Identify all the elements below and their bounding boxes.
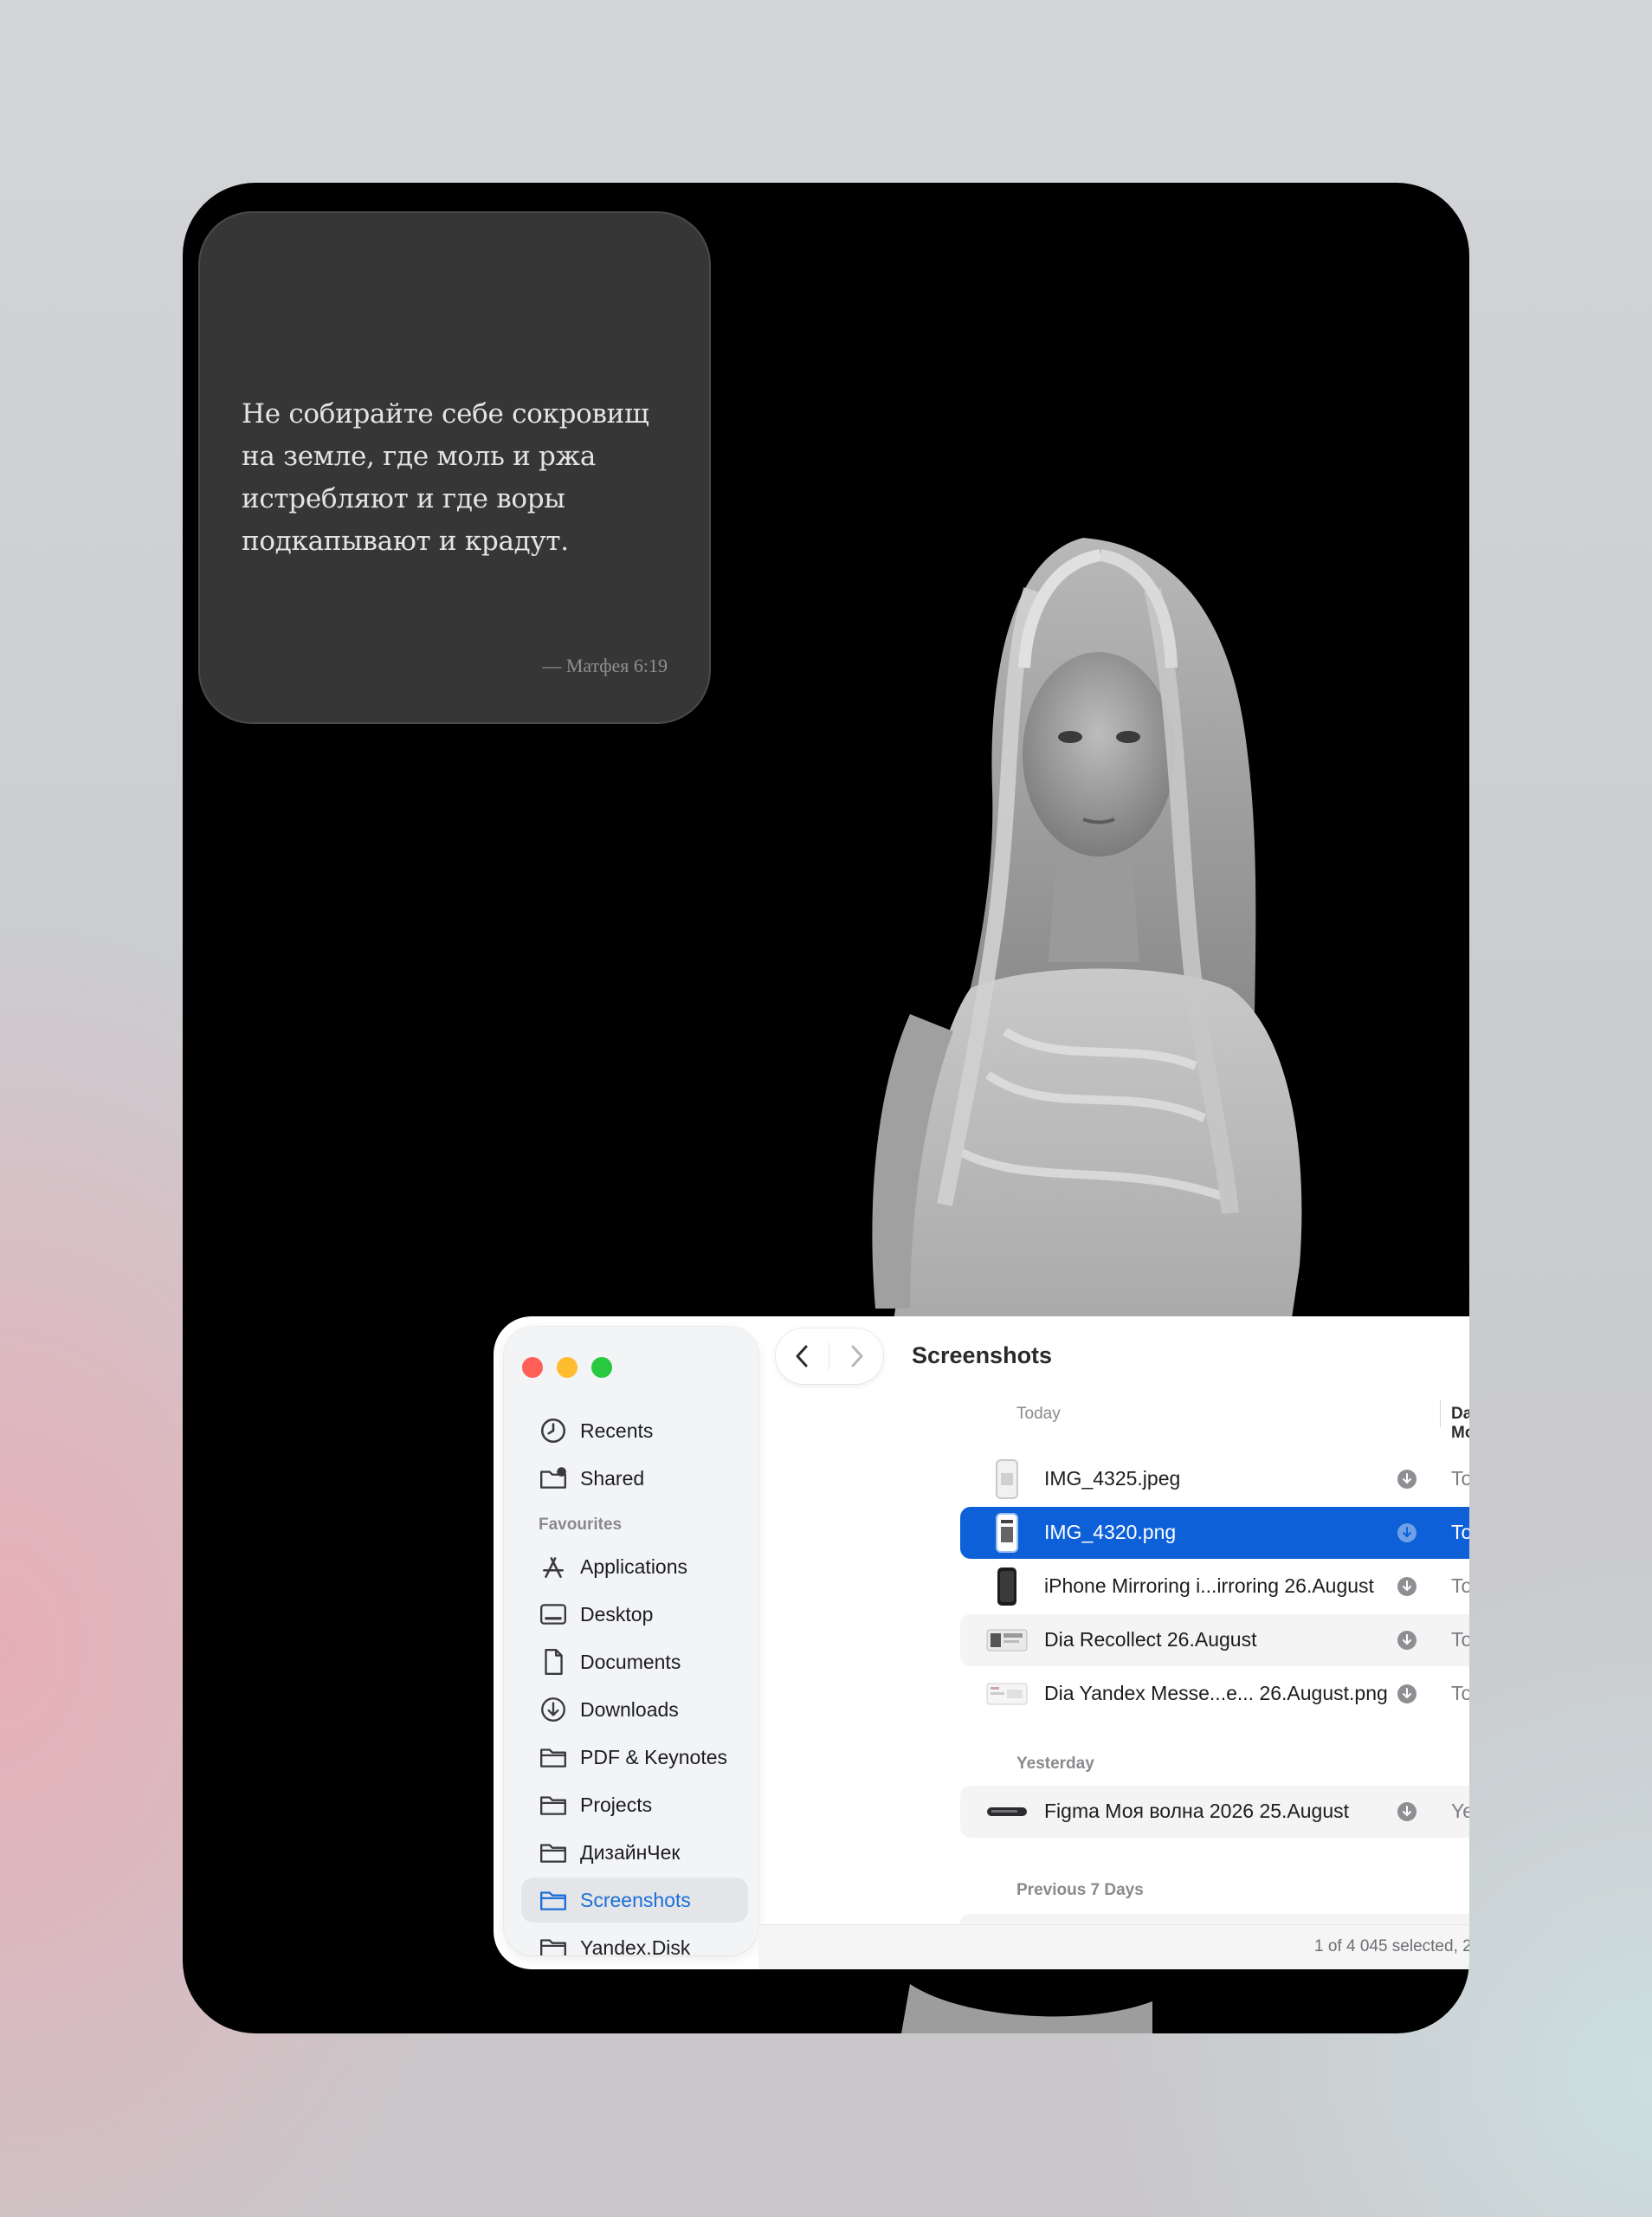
file-name: Figma Моя волна 2026 25.August [1044, 1800, 1350, 1822]
file-thumbnail [986, 1619, 1028, 1661]
sidebar-item-label: Yandex.Disk [580, 1936, 691, 1956]
folder-icon [540, 1748, 566, 1768]
file-date: Today at 12:30 [1451, 1628, 1469, 1651]
window-screenshot-thumbnail-icon [986, 1629, 1028, 1651]
sidebar-item-label: Recents [580, 1419, 654, 1442]
zoom-window-button[interactable] [591, 1357, 612, 1378]
file-name: Dia Yandex Messe...e... 26.August.png [1044, 1682, 1388, 1704]
sidebar-item-label: ДизайнЧек [580, 1840, 681, 1864]
window-screenshot-thumbnail-icon [986, 1683, 1028, 1705]
phone-screenshot-thumbnail-icon [996, 1459, 1018, 1499]
sidebar-item-label: Shared [580, 1466, 645, 1490]
file-row[interactable]: Dia Recollect 26.August Today at 12:30 [960, 1614, 1469, 1666]
column-header-date[interactable]: Date Modified [1451, 1405, 1469, 1443]
sidebar-item-applications[interactable]: Applications [530, 1544, 748, 1589]
file-row[interactable]: Dia Yandex Messe...e... 26.August.png To… [960, 1668, 1469, 1720]
file-thumbnail [986, 1673, 1028, 1715]
navigation-buttons [776, 1328, 883, 1384]
window-title: Screenshots [912, 1342, 1053, 1368]
file-row[interactable]: IMG_4325.jpeg Today at 12:41 [960, 1453, 1469, 1505]
finder-sidebar: Recents Shared Favourites Applications D… [504, 1327, 758, 1955]
file-row[interactable]: iPhone Mirroring i...irroring 26.August … [960, 1561, 1469, 1613]
status-text: 1 of 4 045 selected, 2,03 TB available o… [1314, 1937, 1469, 1955]
folder-icon [540, 1844, 566, 1863]
quote-text: Не собирайте себе сокровищ на земле, где… [242, 398, 649, 557]
close-window-button[interactable] [522, 1357, 543, 1378]
back-button[interactable] [776, 1328, 829, 1384]
file-date: Today at 12:41 [1451, 1521, 1469, 1543]
file-date: Today at 12:41 [1451, 1467, 1469, 1490]
group-label-yesterday: Yesterday [1016, 1755, 1094, 1773]
file-thumbnail [986, 1566, 1028, 1607]
folder-icon [540, 1891, 566, 1910]
sidebar-item-label: Applications [580, 1554, 688, 1578]
forward-button[interactable] [829, 1328, 883, 1384]
shared-folder-icon [540, 1467, 566, 1489]
file-name: IMG_4320.png [1044, 1521, 1177, 1543]
icloud-download-icon[interactable] [1397, 1522, 1417, 1543]
quote-widget[interactable]: Не собирайте себе сокровищ на земле, где… [198, 211, 711, 724]
file-thumbnail [986, 1791, 1028, 1832]
chevron-left-icon [796, 1345, 808, 1367]
sidebar-item-screenshots[interactable]: Screenshots [521, 1878, 748, 1923]
finder-window[interactable]: Recents Shared Favourites Applications D… [494, 1316, 1469, 1969]
icloud-download-icon[interactable] [1397, 1576, 1417, 1597]
file-date: Yesterday at 16:29 [1451, 1800, 1469, 1822]
column-header-name[interactable]: Today [1016, 1405, 1061, 1424]
sidebar-item-label: Downloads [580, 1697, 679, 1721]
sidebar-item-label: PDF & Keynotes [580, 1745, 728, 1768]
clock-icon [540, 1418, 566, 1444]
quote-source: — Матфея 6:19 [542, 655, 668, 676]
folder-icon [540, 1796, 566, 1815]
sidebar-item-projects[interactable]: Projects [530, 1782, 748, 1827]
sidebar-item-desktop[interactable]: Desktop [530, 1592, 748, 1637]
device-screen: Не собирайте себе сокровищ на земле, где… [183, 183, 1469, 2033]
sidebar-item-downloads[interactable]: Downloads [530, 1687, 748, 1732]
file-date: Today at 12:01 [1451, 1682, 1469, 1704]
sidebar-item-recents[interactable]: Recents [530, 1408, 748, 1453]
wide-screenshot-thumbnail-icon [987, 1807, 1027, 1816]
file-name: Dia Recollect 26.August [1044, 1628, 1257, 1651]
applications-icon [543, 1557, 564, 1578]
sidebar-item-designcheck[interactable]: ДизайнЧек [530, 1830, 748, 1875]
icloud-download-icon[interactable] [1397, 1630, 1417, 1651]
phone-screenshot-thumbnail-icon [996, 1513, 1018, 1553]
chevron-right-icon [851, 1345, 863, 1367]
sidebar-section-favourites: Favourites [539, 1516, 623, 1534]
sidebar-item-label: Documents [580, 1650, 681, 1673]
minimize-window-button[interactable] [557, 1357, 578, 1378]
sidebar-item-shared[interactable]: Shared [530, 1456, 748, 1501]
sidebar-item-yandex-disk[interactable]: Yandex.Disk [530, 1925, 748, 1955]
file-row-selected[interactable]: IMG_4320.png Today at 12:41 [960, 1507, 1469, 1559]
file-thumbnail [986, 1512, 1028, 1554]
sidebar-item-documents[interactable]: Documents [530, 1639, 748, 1684]
file-name: iPhone Mirroring i...irroring 26.August [1044, 1574, 1374, 1597]
sidebar-item-label: Desktop [580, 1602, 654, 1626]
document-icon [545, 1649, 563, 1675]
icloud-download-icon[interactable] [1397, 1684, 1417, 1704]
file-row[interactable]: Figma Моя волна 2026 25.August Yesterday… [960, 1786, 1469, 1838]
group-label-previous-7-days: Previous 7 Days [1016, 1881, 1144, 1899]
download-icon [541, 1697, 565, 1722]
file-thumbnail [986, 1458, 1028, 1500]
sidebar-item-label: Screenshots [580, 1888, 691, 1911]
icloud-download-icon[interactable] [1397, 1801, 1417, 1822]
column-divider[interactable] [1440, 1399, 1441, 1427]
folder-icon [540, 1939, 566, 1955]
iphone-mirroring-thumbnail-icon [997, 1567, 1016, 1606]
sidebar-item-label: Projects [580, 1793, 653, 1816]
icloud-download-icon[interactable] [1397, 1469, 1417, 1490]
file-date: Today at 12:36 [1451, 1574, 1469, 1597]
sidebar-item-pdf-keynotes[interactable]: PDF & Keynotes [530, 1735, 748, 1780]
desktop-icon [540, 1604, 566, 1625]
file-name: IMG_4325.jpeg [1044, 1467, 1181, 1490]
